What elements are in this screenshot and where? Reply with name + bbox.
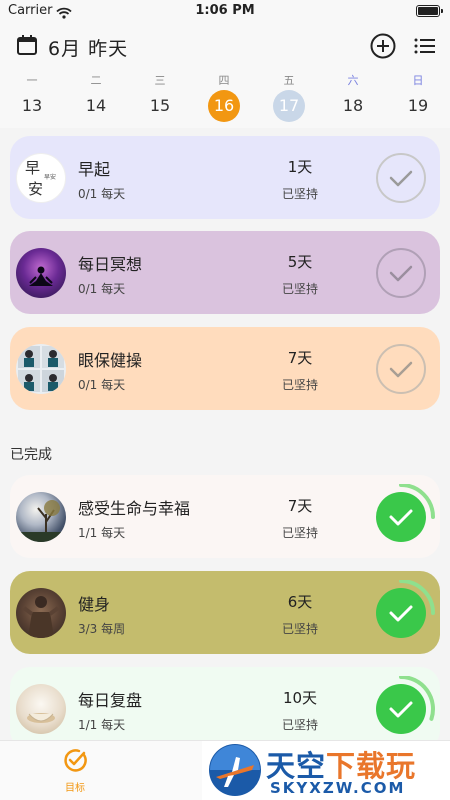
habit-streak-label: 已坚持 — [281, 282, 318, 296]
weekday-label: 一 — [26, 74, 38, 87]
habit-progress: 0/1 每天 — [78, 378, 126, 392]
weekday-label: 三 — [154, 74, 166, 87]
habit-streak-label: 已坚持 — [281, 622, 318, 636]
completed-section-label: 已完成 — [10, 447, 52, 463]
tab-goals[interactable]: 目标 — [55, 747, 95, 794]
check-pending-button[interactable] — [376, 145, 442, 211]
check-done-button[interactable] — [376, 676, 442, 740]
battery-icon — [416, 5, 443, 17]
weekday-label: 六 — [347, 74, 359, 87]
site-watermark: 天空下载玩 SKYXZW.COM — [202, 741, 450, 800]
avatar-char: 安 — [28, 180, 44, 198]
status-time: 1:06 PM — [195, 3, 255, 18]
habit-days: 1天 — [287, 158, 313, 176]
week-strip: 一 13 二 14 三 15 四 16 五 17 六 18 日 19 — [0, 68, 450, 128]
habit-card-early-rise[interactable]: 早 安 早安 早起 0/1 每天 1天 已坚持 — [10, 136, 440, 219]
habit-progress: 1/1 每天 — [78, 526, 126, 540]
habit-card-fitness[interactable]: 健身 3/3 每周 6天 已坚持 — [10, 571, 440, 654]
habit-list[interactable]: 早 安 早安 早起 0/1 每天 1天 已坚持 每日冥想 0/1 每天 5天 已… — [0, 128, 450, 740]
target-check-icon — [64, 749, 87, 772]
avatar-char: 早 — [25, 159, 41, 177]
habit-name: 健身 — [78, 595, 111, 614]
day-mon[interactable]: 一 13 — [0, 68, 64, 128]
day-number: 13 — [21, 96, 43, 115]
habit-progress: 1/1 每天 — [78, 718, 126, 732]
day-number: 19 — [407, 96, 429, 115]
habit-streak-label: 已坚持 — [281, 378, 318, 392]
avatar-char-small: 早安 — [44, 174, 57, 181]
day-wed[interactable]: 三 15 — [128, 68, 192, 128]
habit-card-feel-life[interactable]: 感受生命与幸福 1/1 每天 7天 已坚持 — [10, 475, 440, 558]
calendar-icon[interactable] — [16, 34, 38, 60]
habit-days: 10天 — [282, 689, 318, 707]
habit-name: 早起 — [78, 160, 111, 179]
habit-progress: 3/3 每周 — [78, 622, 126, 636]
habit-name: 眼保健操 — [78, 351, 143, 370]
habit-name: 每日复盘 — [78, 691, 143, 710]
day-number: 16 — [208, 90, 240, 122]
day-number: 15 — [149, 96, 171, 115]
habit-streak-label: 已坚持 — [281, 718, 318, 732]
header-date-title[interactable]: 6月 昨天 — [48, 34, 128, 61]
day-number: 18 — [342, 96, 364, 115]
habit-card-meditation[interactable]: 每日冥想 0/1 每天 5天 已坚持 — [10, 231, 440, 314]
habit-days: 7天 — [287, 349, 313, 367]
habit-days: 7天 — [287, 497, 313, 515]
weekday-label: 五 — [283, 74, 295, 87]
day-tue[interactable]: 二 14 — [64, 68, 128, 128]
airplane-logo-icon — [209, 744, 261, 796]
habit-streak-label: 已坚持 — [281, 187, 318, 201]
fitness-avatar — [16, 588, 66, 638]
habit-card-daily-review[interactable]: 每日复盘 1/1 每天 10天 已坚持 — [10, 667, 440, 740]
habit-name: 感受生命与幸福 — [78, 499, 191, 518]
day-sun[interactable]: 日 19 — [386, 68, 450, 128]
meditating-figure-icon — [29, 266, 53, 286]
tree-photo-icon — [16, 500, 66, 542]
day-thu-today[interactable]: 四 16 — [192, 68, 256, 128]
check-pending-button[interactable] — [376, 336, 442, 402]
habit-progress: 0/1 每天 — [78, 282, 126, 296]
habit-streak-label: 已坚持 — [281, 526, 318, 540]
habit-name: 每日冥想 — [78, 255, 143, 274]
status-bar: Carrier 1:06 PM — [0, 0, 450, 24]
day-number: 14 — [85, 96, 107, 115]
day-fri[interactable]: 五 17 — [257, 68, 321, 128]
add-habit-icon[interactable] — [370, 33, 396, 63]
meditation-avatar — [16, 248, 66, 298]
photo-grid-icon — [18, 346, 64, 392]
habit-avatar: 早 安 早安 — [16, 153, 66, 203]
watermark-url: SKYXZW.COM — [270, 779, 406, 797]
check-done-button[interactable] — [376, 484, 442, 550]
header: 6月 昨天 — [0, 24, 450, 68]
habit-progress: 0/1 每天 — [78, 187, 126, 201]
day-number: 17 — [273, 90, 305, 122]
weekday-label: 日 — [412, 74, 424, 87]
list-menu-icon[interactable] — [414, 38, 436, 58]
daily-review-avatar — [16, 684, 66, 734]
cup-photo-icon — [27, 713, 55, 723]
check-done-button[interactable] — [376, 580, 442, 646]
weekday-label: 四 — [218, 74, 230, 87]
habit-days: 5天 — [287, 253, 313, 271]
eye-exercise-avatar — [16, 344, 66, 394]
tab-goals-label: 目标 — [65, 783, 85, 794]
athlete-photo-icon — [22, 596, 60, 638]
habit-days: 6天 — [287, 593, 313, 611]
weekday-label: 二 — [90, 74, 102, 87]
day-sat[interactable]: 六 18 — [321, 68, 385, 128]
habit-card-eye-exercise[interactable]: 眼保健操 0/1 每天 7天 已坚持 — [10, 327, 440, 410]
check-pending-button[interactable] — [376, 240, 442, 306]
feel-life-avatar — [16, 492, 66, 542]
